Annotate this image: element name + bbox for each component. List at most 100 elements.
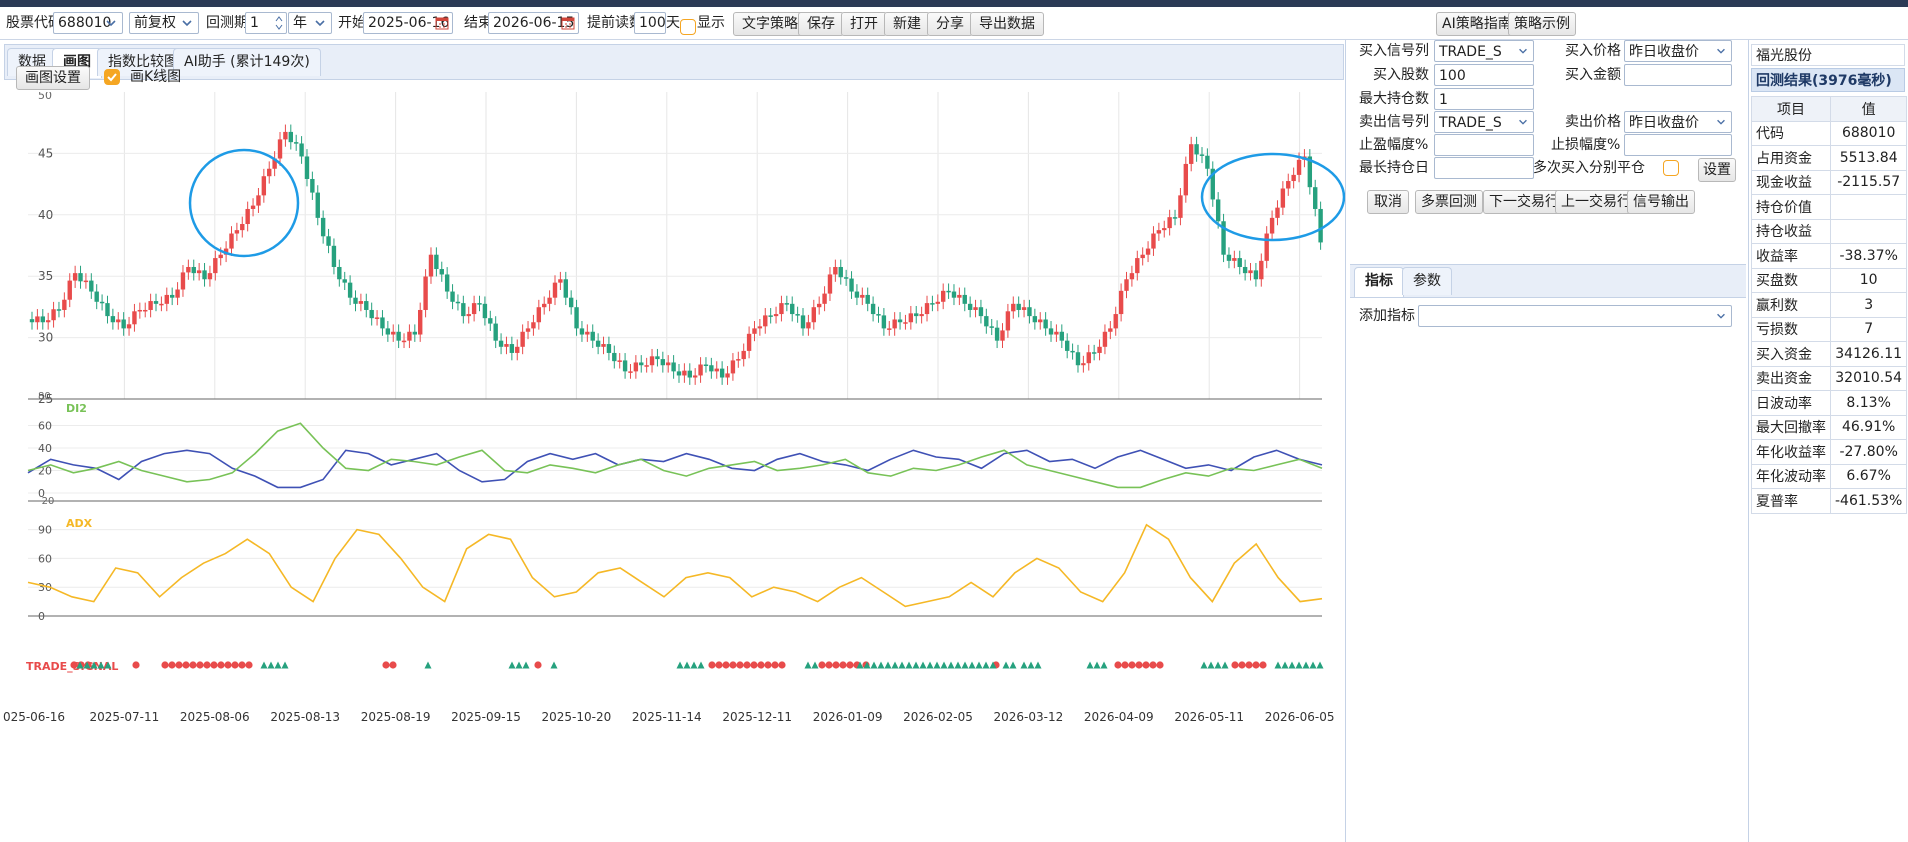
- candle: [326, 236, 331, 246]
- candle: [293, 142, 299, 144]
- sell-signal-dot: [534, 661, 542, 669]
- metric-name: 最大回撤率: [1751, 414, 1831, 440]
- candle: [1215, 199, 1221, 222]
- multi-stock-backtest-button[interactable]: 多票回测: [1415, 190, 1483, 214]
- calendar-icon[interactable]: [435, 16, 449, 30]
- metric-value: 32010.54: [1829, 365, 1908, 391]
- buy-signal-triangle: [1214, 661, 1222, 669]
- period-stepper[interactable]: 1: [245, 12, 287, 34]
- buy-signal-select[interactable]: TRADE_S: [1434, 40, 1534, 62]
- calendar-icon[interactable]: [561, 16, 575, 30]
- new-button[interactable]: 新建: [884, 12, 930, 36]
- candle: [439, 269, 444, 275]
- candle: [299, 143, 304, 157]
- candle: [606, 344, 612, 353]
- x-tick-label: 2025-08-19: [361, 710, 431, 724]
- signal-output-button[interactable]: 信号输出: [1627, 190, 1695, 214]
- stop-loss-input[interactable]: [1624, 134, 1732, 156]
- candle: [903, 322, 908, 324]
- save-button[interactable]: 保存: [798, 12, 844, 36]
- metric-name: 日波动率: [1751, 390, 1831, 416]
- sell-signal-dot: [1142, 661, 1150, 669]
- cancel-button[interactable]: 取消: [1367, 190, 1409, 214]
- candle: [1016, 303, 1021, 310]
- preread-value: 100: [639, 15, 666, 31]
- preread-input[interactable]: 100: [634, 12, 666, 34]
- candle: [515, 346, 520, 353]
- text-strategy-button[interactable]: 文字策略: [733, 12, 807, 36]
- metric-name: 年化收益率: [1751, 439, 1831, 465]
- sell-signal-dot: [1252, 661, 1260, 669]
- export-data-button[interactable]: 导出数据: [970, 12, 1044, 36]
- table-row: 现金收益 -2115.57: [1751, 169, 1908, 195]
- candle: [692, 375, 698, 378]
- candle: [164, 294, 169, 304]
- next-trade-row-button[interactable]: 下一交易行: [1483, 190, 1565, 214]
- open-button[interactable]: 打开: [841, 12, 887, 36]
- sell-signal-dot: [743, 661, 751, 669]
- table-header: 项目: [1751, 96, 1831, 122]
- buy-shares-input[interactable]: 100: [1434, 64, 1534, 86]
- metric-value: 5513.84: [1829, 145, 1908, 171]
- candle: [585, 331, 590, 335]
- x-axis-ticks: 025-06-16 2025-07-11 2025-08-06 2025-08-13 2…: [3, 710, 1335, 724]
- buy-amount-input[interactable]: [1624, 64, 1732, 86]
- ai-guide-button[interactable]: AI策略指南: [1436, 12, 1518, 36]
- tab-params[interactable]: 参数: [1402, 267, 1452, 295]
- candle: [746, 333, 752, 351]
- candle: [1237, 258, 1242, 267]
- period-unit-select[interactable]: 年: [288, 12, 332, 34]
- settings-button[interactable]: 设置: [1698, 158, 1736, 182]
- candle: [62, 299, 67, 310]
- prev-trade-row-button[interactable]: 上一交易行: [1555, 190, 1637, 214]
- take-profit-input[interactable]: [1434, 134, 1534, 156]
- start-date-input[interactable]: 2025-06-16: [363, 12, 453, 34]
- max-position-input[interactable]: 1: [1434, 88, 1534, 110]
- results-table: 项目 值 代码 688010 占用资金 5513.84 现金收益 -2115.57 持仓价值…: [1751, 96, 1908, 514]
- buy-signal-triangle: [961, 661, 969, 669]
- chart-settings-button[interactable]: 画图设置: [16, 66, 90, 90]
- candle: [951, 291, 957, 298]
- metric-value: [1829, 218, 1908, 244]
- sell-signal-dot: [722, 661, 730, 669]
- strategy-examples-button[interactable]: 策略示例: [1508, 12, 1576, 36]
- candle: [1275, 207, 1280, 218]
- tab-ai-assistant[interactable]: AI助手 (累计149次): [173, 48, 321, 76]
- kline-checkbox[interactable]: [104, 69, 120, 85]
- multi-buy-checkbox[interactable]: [1663, 160, 1679, 176]
- candle: [423, 276, 428, 310]
- buy-signal-triangle: [1295, 661, 1303, 669]
- y-tick-label: 90: [38, 524, 52, 537]
- candle: [1048, 328, 1054, 335]
- sell-signal-select[interactable]: TRADE_S: [1434, 111, 1534, 133]
- candle: [714, 368, 719, 372]
- sell-signal-dot: [1259, 661, 1267, 669]
- max-hold-days-input[interactable]: [1434, 157, 1534, 179]
- stock-code-select[interactable]: 688010: [53, 12, 123, 34]
- buy-price-select[interactable]: 昨日收盘价: [1624, 40, 1732, 62]
- stock-chart[interactable]: 50 4540353025 80 DI2 6040200 -20 ADX 906…: [0, 92, 1345, 842]
- candle: [1172, 217, 1178, 219]
- price-top-tick: 50: [38, 92, 52, 102]
- candle: [493, 323, 498, 341]
- table-row: 夏普率 -461.53%: [1751, 488, 1908, 514]
- candle: [191, 266, 196, 274]
- stepper-arrows-icon[interactable]: [274, 14, 284, 32]
- candle: [574, 307, 579, 329]
- show-checkbox[interactable]: [680, 19, 696, 35]
- candle: [180, 272, 186, 290]
- adjust-select[interactable]: 前复权: [129, 12, 199, 34]
- candle: [827, 274, 833, 294]
- buy-signal-triangle: [274, 661, 282, 669]
- tab-indicators[interactable]: 指标: [1354, 267, 1404, 297]
- candle: [919, 314, 924, 317]
- sell-price-select[interactable]: 昨日收盘价: [1624, 111, 1732, 133]
- share-button[interactable]: 分享: [927, 12, 973, 36]
- candle: [418, 309, 423, 335]
- table-row: 占用资金 5513.84: [1751, 145, 1908, 171]
- add-indicator-select[interactable]: [1418, 305, 1732, 327]
- metric-value: 688010: [1829, 120, 1908, 146]
- sell-signal-dot: [1121, 661, 1129, 669]
- end-date-input[interactable]: 2026-06-15: [488, 12, 579, 34]
- sell-signal-dot: [1231, 661, 1239, 669]
